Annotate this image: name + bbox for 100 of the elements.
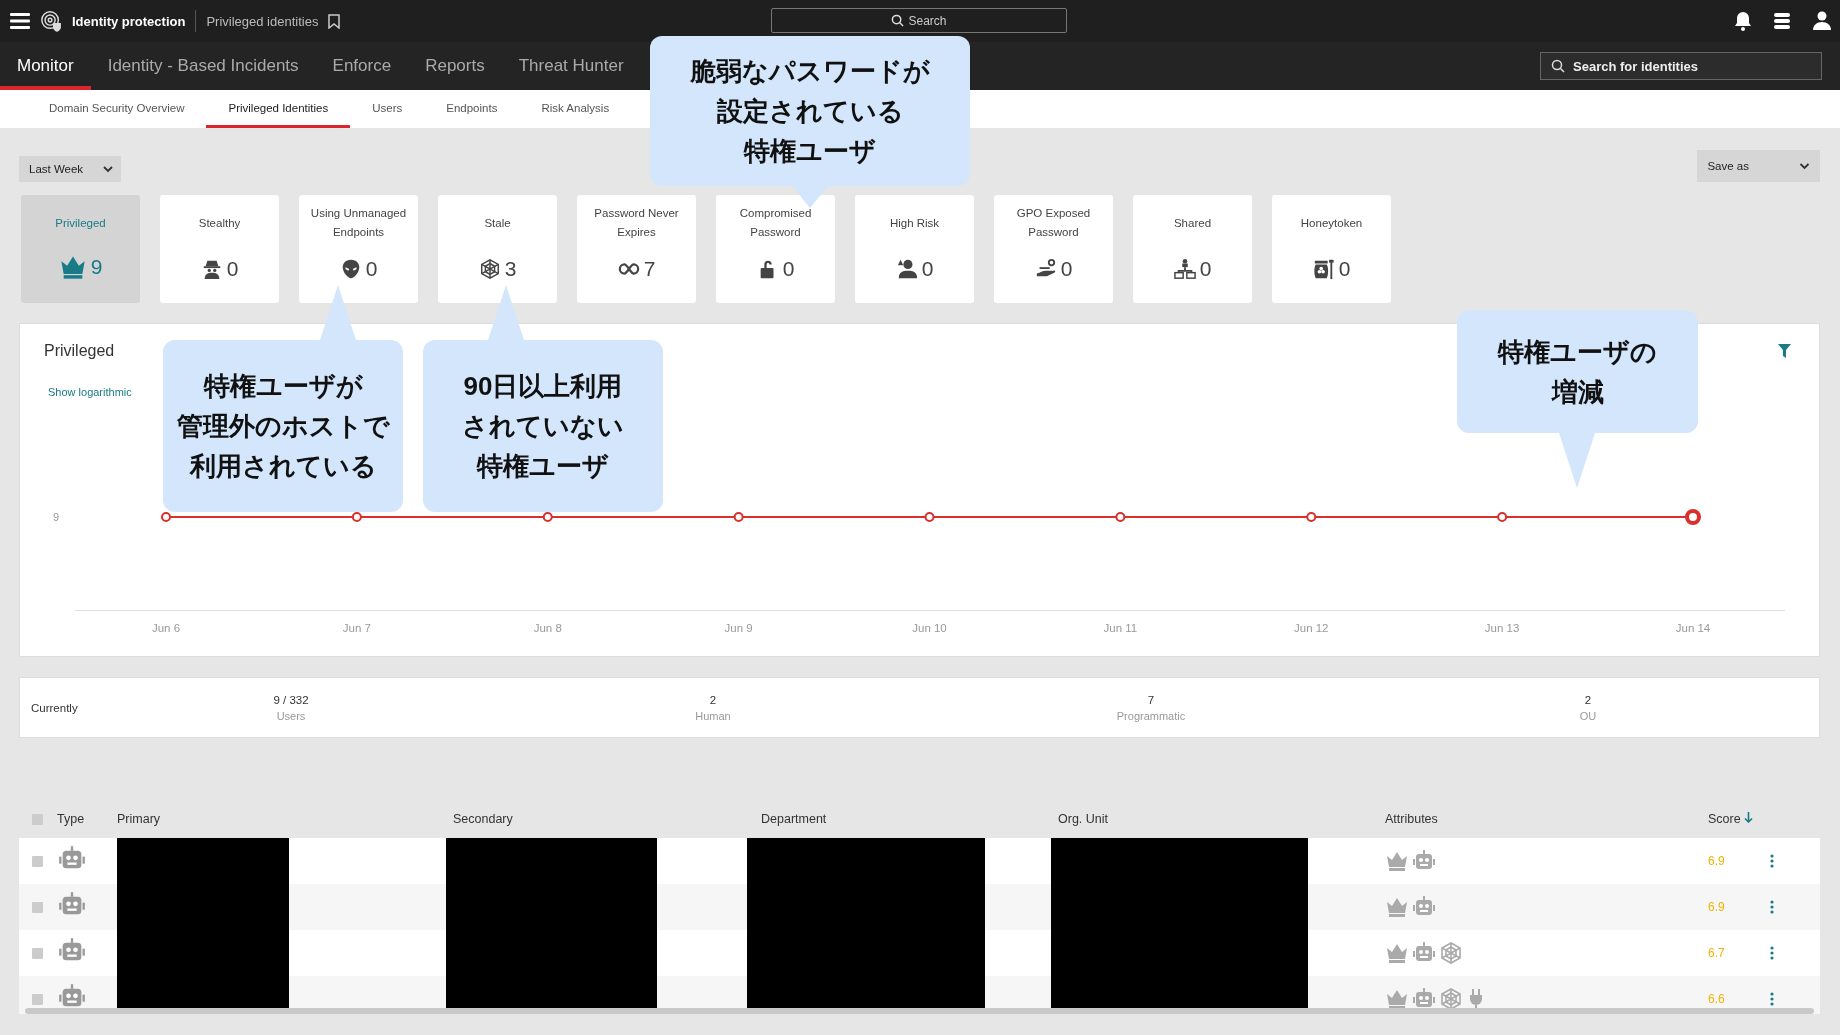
column-header[interactable]: Attributes	[1385, 812, 1708, 826]
nav-tab[interactable]: Identity - Based Incidents	[90, 46, 316, 90]
card-count: 0	[365, 257, 378, 281]
x-tick-label: Jun 12	[1294, 622, 1329, 634]
data-point	[1685, 509, 1701, 525]
horizontal-scrollbar[interactable]	[25, 1008, 1814, 1014]
x-tick-label: Jun 7	[342, 622, 371, 634]
y-tick-label: 9	[52, 511, 60, 523]
nav-tab[interactable]: Reports	[408, 46, 502, 90]
category-card[interactable]: Privileged 9	[21, 195, 140, 303]
data-point	[733, 512, 744, 522]
show-logarithmic-link[interactable]: Show logarithmic	[48, 386, 132, 398]
more-options-icon[interactable]	[1770, 946, 1774, 960]
sub-tab[interactable]: Endpoints	[424, 90, 520, 128]
stat-caption: Programmatic	[1116, 709, 1186, 722]
category-card[interactable]: Honeytoken 0	[1272, 195, 1391, 303]
spider-web-icon	[1439, 941, 1463, 965]
callout-text: 90日以上利用	[463, 370, 623, 403]
data-point	[161, 512, 171, 522]
card-label: Shared	[1173, 215, 1212, 231]
page-title: Privileged identities	[206, 13, 319, 29]
category-card[interactable]: Using Unmanaged Endpoints 0	[299, 195, 418, 303]
callout-text: 利用されている	[189, 450, 377, 483]
category-card[interactable]: Stealthy 0	[160, 195, 279, 303]
filter-icon[interactable]	[1778, 344, 1791, 358]
column-header[interactable]: Org. Unit	[1058, 812, 1385, 826]
stat-caption: OU	[1579, 709, 1597, 722]
score-value: 6.9	[1708, 900, 1726, 914]
more-options-icon[interactable]	[1770, 992, 1774, 1006]
data-point	[924, 512, 935, 522]
x-tick-label: Jun 9	[724, 622, 753, 634]
x-tick-label: Jun 13	[1484, 622, 1520, 634]
card-count: 0	[1060, 257, 1073, 281]
summary-label: Currently	[31, 701, 79, 714]
more-options-icon[interactable]	[1770, 854, 1774, 868]
chevron-down-icon	[1799, 162, 1810, 170]
x-tick-label: Jun 11	[1103, 622, 1138, 634]
sub-tab[interactable]: Domain Security Overview	[27, 90, 207, 128]
row-checkbox[interactable]	[32, 855, 43, 867]
fingerprint-shield-icon	[40, 10, 62, 32]
sub-tab[interactable]: Privileged Identities	[206, 90, 351, 128]
search-icon	[1551, 59, 1565, 73]
card-count: 7	[643, 257, 656, 281]
row-checkbox[interactable]	[32, 993, 43, 1005]
data-point	[542, 512, 553, 522]
card-count: 0	[226, 257, 239, 281]
stack-icon[interactable]	[1772, 12, 1792, 30]
bookmark-icon[interactable]	[328, 13, 341, 29]
callout-text: されていない	[462, 410, 624, 443]
callout-text: 設定されている	[716, 95, 904, 128]
column-header[interactable]: Score	[1708, 812, 1770, 826]
user-icon[interactable]	[1812, 11, 1832, 31]
more-options-icon[interactable]	[1770, 900, 1774, 914]
search-field[interactable]: Search	[771, 8, 1067, 33]
card-label: Privileged	[55, 215, 106, 231]
nav-tab[interactable]: Threat Hunter	[501, 46, 641, 90]
select-all-checkbox[interactable]	[32, 813, 43, 825]
column-header[interactable]: Department	[761, 812, 1058, 826]
chart-title: Privileged	[44, 342, 115, 360]
menu-icon[interactable]	[10, 13, 30, 29]
card-count: 9	[90, 255, 103, 279]
row-checkbox[interactable]	[32, 947, 43, 959]
row-checkbox[interactable]	[32, 901, 43, 913]
card-label: Using Unmanaged Endpoints	[309, 206, 408, 240]
category-card[interactable]: Compromised Password 0	[716, 195, 835, 303]
stat-value: 7	[1147, 693, 1155, 706]
category-card[interactable]: Stale 3	[438, 195, 557, 303]
save-as-dropdown[interactable]: Save as	[1697, 150, 1820, 182]
period-dropdown[interactable]: Last Week	[19, 156, 122, 182]
column-header[interactable]: Secondary	[453, 812, 761, 826]
stat-caption: Human	[695, 709, 731, 722]
category-card[interactable]: GPO Exposed Password 0	[994, 195, 1113, 303]
category-card[interactable]: High Risk 0	[855, 195, 974, 303]
callout-text: 特権ユーザが	[203, 370, 363, 403]
sort-down-arrow-icon	[1744, 812, 1754, 823]
stat-value: 9 / 332	[273, 693, 309, 706]
callout-text: 増減	[1551, 375, 1604, 409]
nav-tab[interactable]: Enforce	[315, 46, 409, 90]
sub-tab[interactable]: Users	[350, 90, 425, 128]
data-point	[1306, 512, 1317, 522]
callout-text: 管理外のホストで	[176, 410, 390, 443]
x-tick-label: Jun 10	[912, 622, 947, 634]
card-label: Stale	[484, 215, 511, 231]
category-card[interactable]: Password Never Expires 7	[577, 195, 696, 303]
data-point	[1115, 512, 1126, 522]
card-label: GPO Exposed Password	[1015, 206, 1092, 240]
x-tick-label: Jun 14	[1675, 622, 1711, 634]
notification-bell-icon[interactable]	[1734, 11, 1752, 31]
identity-search-field[interactable]: Search for identities	[1540, 52, 1822, 80]
column-header[interactable]: Primary	[117, 812, 453, 826]
category-card[interactable]: Shared 0	[1133, 195, 1252, 303]
card-count: 0	[1338, 257, 1351, 281]
app-title: Identity protection	[72, 13, 186, 29]
jar-icon	[1312, 258, 1335, 280]
card-label: Honeytoken	[1300, 215, 1363, 231]
card-label: High Risk	[889, 215, 940, 231]
user-warning-icon	[895, 258, 918, 280]
sub-tab[interactable]: Risk Analysis	[519, 90, 632, 128]
score-value: 6.6	[1708, 992, 1726, 1006]
score-value: 6.9	[1708, 854, 1726, 868]
